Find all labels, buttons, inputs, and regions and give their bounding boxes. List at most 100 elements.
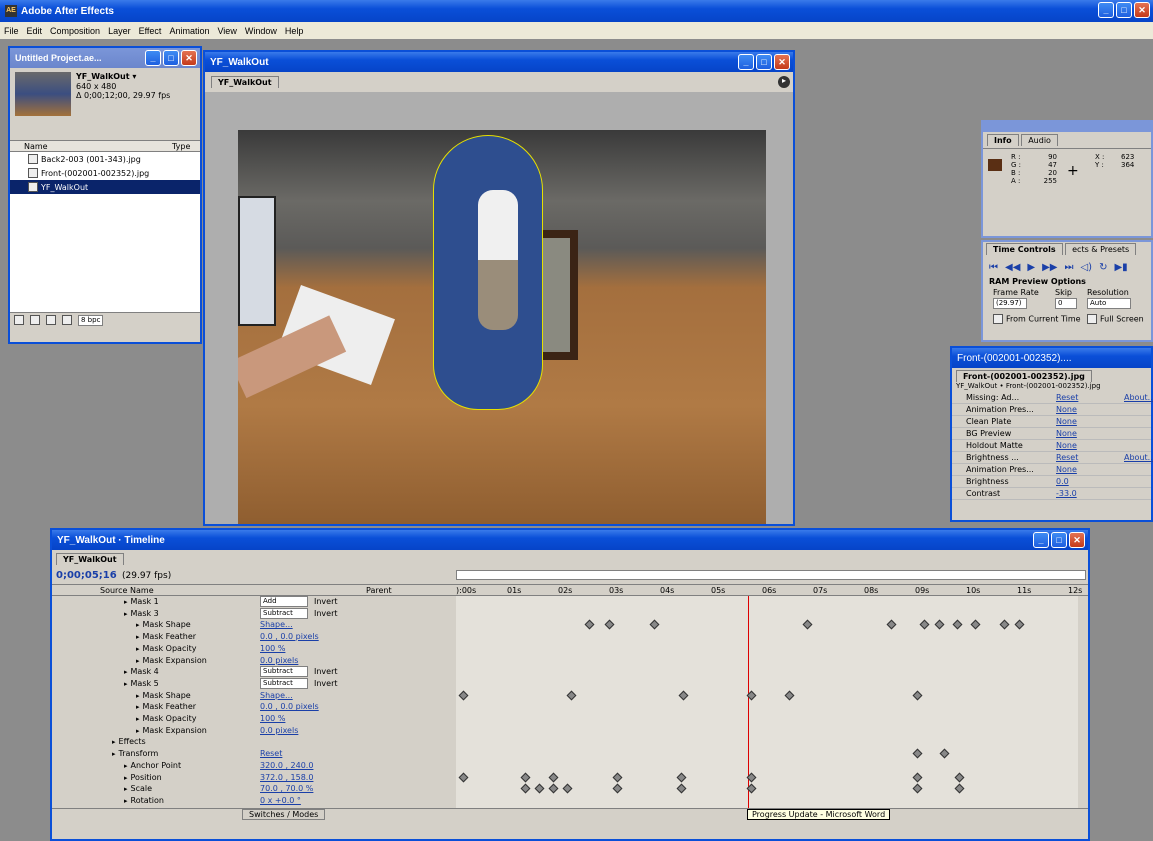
full-screen-checkbox[interactable]: Full Screen (1087, 314, 1144, 324)
keyframe-diamond[interactable] (970, 619, 981, 630)
timeline-row[interactable]: ▸ Scale 70.0 , 70.0 % (52, 783, 456, 794)
property-value[interactable]: 0.0 , 0.0 pixels (260, 702, 319, 711)
expand-triangle-icon[interactable]: ▸ (136, 633, 140, 641)
keyframe-area[interactable] (456, 596, 1078, 808)
keyframe-diamond[interactable] (612, 783, 623, 794)
keyframe-diamond[interactable] (912, 772, 923, 782)
expand-triangle-icon[interactable]: ▸ (112, 738, 116, 746)
maximize-icon[interactable]: □ (756, 54, 772, 70)
expand-triangle-icon[interactable]: ▸ (124, 797, 128, 805)
keyframe-diamond[interactable] (939, 748, 950, 759)
timeline-row[interactable]: ▸ Transform Reset (52, 748, 456, 759)
keyframe-diamond[interactable] (548, 783, 559, 794)
col-source-name[interactable]: Source Name (100, 586, 154, 595)
effect-param-value[interactable]: None (1056, 465, 1077, 474)
keyframe-diamond[interactable] (678, 690, 689, 701)
expand-triangle-icon[interactable]: ▸ (124, 762, 128, 770)
expand-triangle-icon[interactable]: ▸ (136, 621, 140, 629)
expand-triangle-icon[interactable]: ▸ (124, 774, 128, 782)
timeline-row[interactable]: ▸ Mask Feather 0.0 , 0.0 pixels (52, 701, 456, 712)
next-frame-icon[interactable]: ▶▶ (1042, 262, 1057, 273)
timeline-row[interactable]: ▸ Mask 4 Subtract Invert (52, 666, 456, 678)
effect-param-value[interactable]: 0.0 (1056, 477, 1069, 486)
keyframe-diamond[interactable] (886, 619, 897, 630)
project-item[interactable]: Front-(002001-002352).jpg (10, 166, 200, 180)
switches-modes-button[interactable]: Switches / Modes (242, 809, 326, 820)
time-navigator[interactable] (456, 570, 1086, 580)
effect-param-value[interactable]: None (1056, 417, 1077, 426)
close-icon[interactable]: ✕ (774, 54, 790, 70)
keyframe-diamond[interactable] (566, 690, 577, 701)
timeline-row[interactable]: ▸ Mask Opacity 100 % (52, 643, 456, 654)
mask-mode-select[interactable]: Subtract (260, 666, 308, 678)
invert-checkbox[interactable]: Invert (314, 679, 338, 688)
property-value[interactable]: 100 % (260, 644, 285, 653)
keyframe-diamond[interactable] (802, 619, 813, 630)
keyframe-diamond[interactable] (912, 783, 923, 794)
expand-triangle-icon[interactable]: ▸ (124, 668, 128, 676)
menu-composition[interactable]: Composition (50, 26, 100, 36)
loop-icon[interactable]: ↻ (1099, 262, 1107, 273)
keyframe-diamond[interactable] (458, 772, 469, 782)
keyframe-diamond[interactable] (520, 772, 531, 782)
timeline-row[interactable]: ▸ Mask Expansion 0.0 pixels (52, 725, 456, 736)
new-folder-icon[interactable] (30, 315, 40, 325)
mask-mode-select[interactable]: Subtract (260, 677, 308, 689)
effects-tab[interactable]: Front-(002001-002352).jpg (956, 370, 1092, 382)
keyframe-diamond[interactable] (604, 619, 615, 630)
close-icon[interactable]: ✕ (1134, 2, 1150, 18)
col-name[interactable]: Name (24, 142, 48, 151)
menu-edit[interactable]: Edit (27, 26, 43, 36)
keyframe-diamond[interactable] (676, 772, 687, 782)
keyframe-diamond[interactable] (999, 619, 1010, 630)
frame-rate-select[interactable]: (29.97) (993, 298, 1027, 309)
keyframe-diamond[interactable] (584, 619, 595, 630)
keyframe-diamond[interactable] (562, 783, 573, 794)
keyframe-diamond[interactable] (954, 783, 965, 794)
maximize-icon[interactable]: □ (1051, 532, 1067, 548)
keyframe-diamond[interactable] (676, 783, 687, 794)
comp-viewer[interactable] (238, 130, 766, 524)
close-icon[interactable]: ✕ (1069, 532, 1085, 548)
close-icon[interactable]: ✕ (181, 50, 197, 66)
expand-triangle-icon[interactable]: ▸ (136, 715, 140, 723)
effect-param-value[interactable]: Reset (1056, 453, 1078, 462)
invert-checkbox[interactable]: Invert (314, 667, 338, 676)
project-item[interactable]: Back2-003 (001-343).jpg (10, 152, 200, 166)
effect-param-value[interactable]: None (1056, 429, 1077, 438)
prev-frame-icon[interactable]: ◀◀ (1005, 262, 1020, 273)
timeline-row[interactable]: ▸ Mask Expansion 0.0 pixels (52, 655, 456, 666)
property-value[interactable]: Shape... (260, 620, 293, 629)
find-icon[interactable] (14, 315, 24, 325)
keyframe-diamond[interactable] (520, 783, 531, 794)
property-value[interactable]: 70.0 , 70.0 % (260, 784, 313, 793)
expand-triangle-icon[interactable]: ▸ (112, 750, 116, 758)
effect-about-link[interactable]: About... (1124, 453, 1153, 462)
expand-triangle-icon[interactable]: ▸ (136, 703, 140, 711)
keyframe-diamond[interactable] (954, 772, 965, 782)
keyframe-diamond[interactable] (534, 783, 545, 794)
keyframe-diamond[interactable] (649, 619, 660, 630)
maximize-icon[interactable]: □ (163, 50, 179, 66)
property-value[interactable]: 0.0 pixels (260, 726, 298, 735)
col-parent[interactable]: Parent (366, 586, 392, 595)
expand-triangle-icon[interactable]: ▸ (136, 657, 140, 665)
play-icon[interactable]: ▶ (1027, 262, 1035, 273)
minimize-icon[interactable]: _ (145, 50, 161, 66)
comp-tab[interactable]: YF_WalkOut (211, 76, 279, 88)
last-frame-icon[interactable]: ⏭ (1064, 262, 1073, 273)
timeline-row[interactable]: ▸ Anchor Point 320.0 , 240.0 (52, 760, 456, 771)
comp-menu-icon[interactable]: ▸ (778, 76, 790, 88)
tab-time-controls[interactable]: Time Controls (986, 243, 1063, 255)
property-value[interactable]: 100 % (260, 714, 285, 723)
timeline-row[interactable]: ▸ Mask Shape Shape... (52, 619, 456, 630)
bpc-button[interactable]: 8 bpc (78, 315, 104, 326)
maximize-icon[interactable]: □ (1116, 2, 1132, 18)
property-value[interactable]: 372.0 , 158.0 (260, 773, 313, 782)
timeline-row[interactable]: ▸ Mask 1 Add Invert (52, 596, 456, 607)
property-value[interactable]: Shape... (260, 691, 293, 700)
new-comp-icon[interactable] (46, 315, 56, 325)
project-item[interactable]: YF_WalkOut (10, 180, 200, 194)
property-value[interactable]: 320.0 , 240.0 (260, 761, 313, 770)
expand-triangle-icon[interactable]: ▸ (136, 727, 140, 735)
